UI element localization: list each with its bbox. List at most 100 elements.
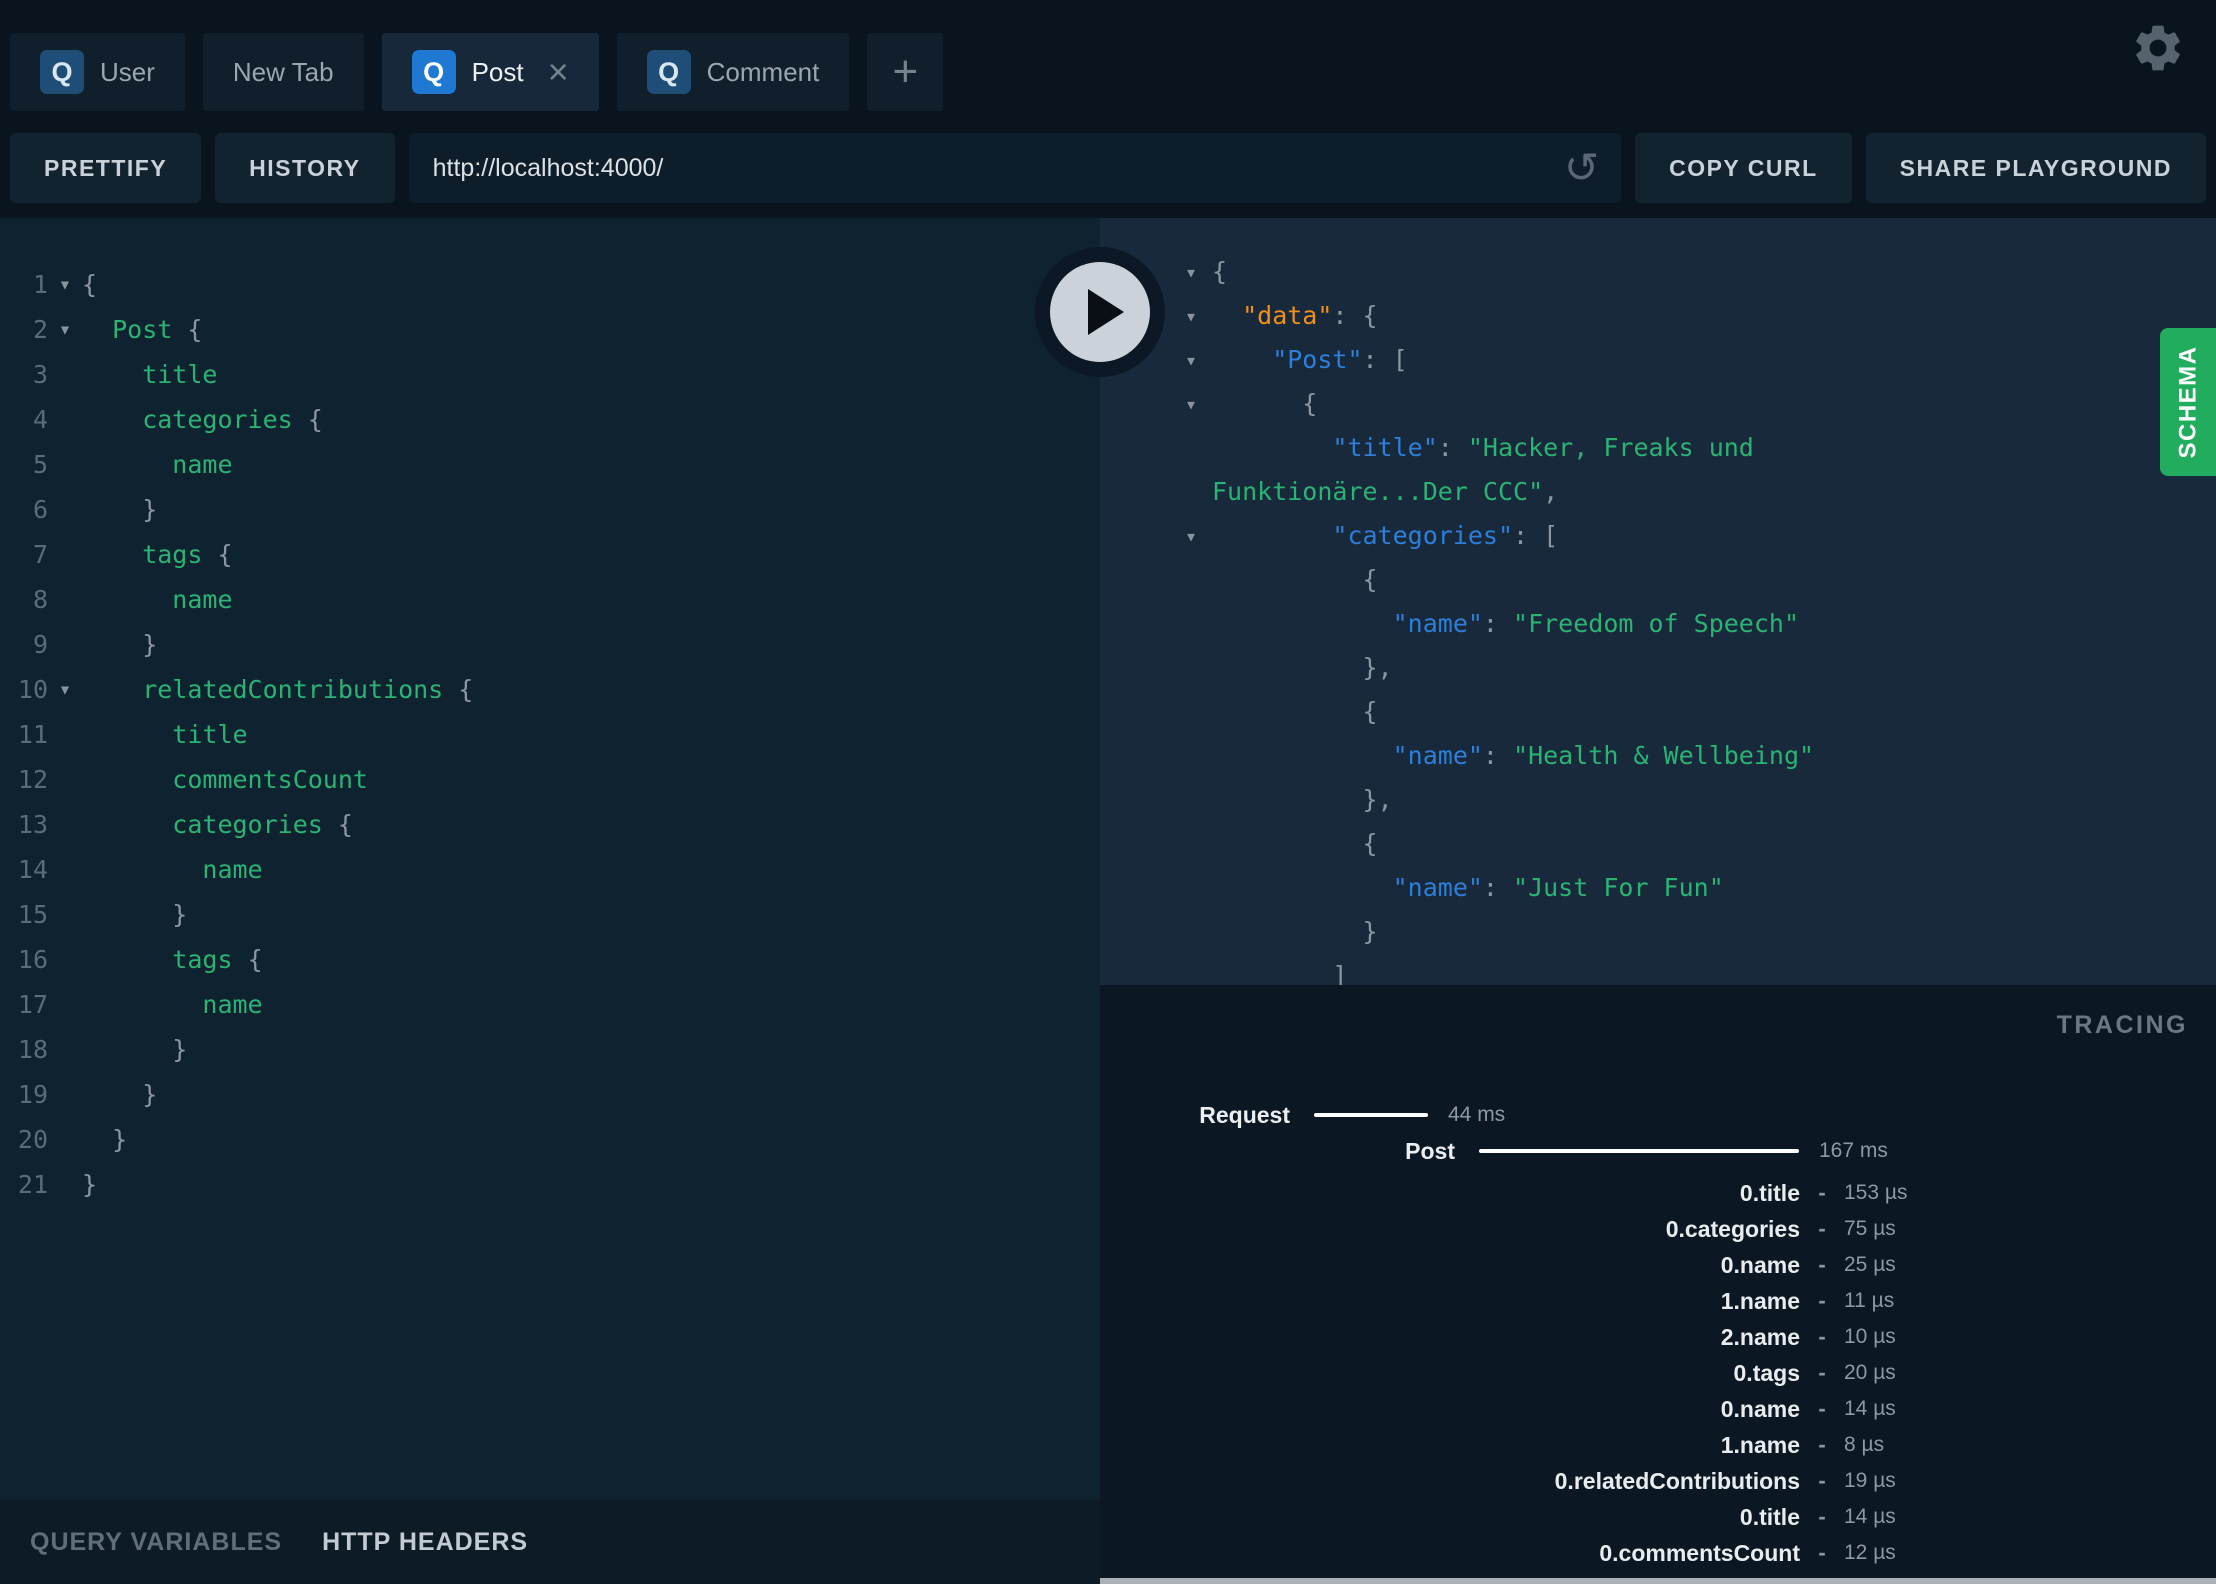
editor-line[interactable]: 15} [0,892,1100,937]
editor-line[interactable]: 14 name [0,847,1100,892]
tracing-field-name: 0.title [1739,1179,1800,1206]
response-line: ▾{ [1100,250,2216,294]
close-tab-icon[interactable]: × [548,54,569,90]
editor-line[interactable]: 10 ▾ relatedContributions { [0,667,1100,712]
copy-curl-button[interactable]: COPY CURL [1635,133,1852,203]
response-text: { [1212,690,2216,734]
execute-query-button[interactable] [1035,247,1165,377]
prettify-button[interactable]: PRETTIFY [10,133,202,203]
response-text: { [1212,382,2216,426]
reload-endpoint-icon[interactable]: ↺ [1564,147,1599,189]
response-text: Funktionäre...Der CCC", [1212,470,2216,514]
tab-query-variables[interactable]: QUERY VARIABLES [30,1528,282,1557]
fold-arrow-icon[interactable]: ▾ [48,307,82,352]
new-tab-button[interactable]: + [867,33,944,111]
tracing-field-time: 14 µs [1844,1505,1896,1528]
tab-label: User [100,56,155,87]
editor-line[interactable]: 4 categories { [0,397,1100,442]
response-token: "categories" [1332,521,1514,550]
response-token: : { [1332,301,1378,330]
tracing-field-time: 25 µs [1844,1253,1896,1276]
response-token: : [1437,433,1468,462]
editor-line[interactable]: 5 name [0,442,1100,487]
line-number: 2 [32,315,48,344]
schema-side-tab[interactable]: SCHEMA [2160,328,2216,476]
response-token: "data" [1242,301,1333,330]
fold-arrow-icon[interactable]: ▾ [48,667,82,712]
editor-line[interactable]: 3 title [0,352,1100,397]
code-text: } [82,487,157,532]
response-text: }, [1212,778,2216,822]
response-token: , [1543,477,1559,506]
tab-label: Comment [706,56,820,87]
code-token: } [142,1080,158,1109]
tracing-field-name: 1.name [1720,1431,1800,1458]
tab-http-headers[interactable]: HTTP HEADERS [322,1528,528,1557]
editor-line[interactable]: 20} [0,1117,1100,1162]
tracing-dash: - [1818,1252,1826,1277]
horizontal-scrollbar[interactable] [1100,1578,2216,1584]
code-token: { [458,675,474,704]
code-text: categories { [82,397,323,442]
code-token: categories [172,810,338,839]
line-number: 4 [32,405,48,434]
code-text: Post { [82,307,202,352]
editor-line[interactable]: 17 name [0,982,1100,1027]
query-badge: Q [40,50,84,94]
editor-line[interactable]: 18} [0,1027,1100,1072]
settings-gear-icon[interactable] [2130,20,2186,76]
code-text: } [82,1162,97,1207]
collapse-arrow-icon[interactable]: ▾ [1185,294,1197,338]
editor-line[interactable]: 8 name [0,577,1100,622]
editor-line[interactable]: 21} [0,1162,1100,1207]
response-text: "data": { [1212,294,2216,338]
editor-line[interactable]: 2 ▾ Post { [0,307,1100,352]
response-text: { [1212,558,2216,602]
tab-user[interactable]: Q User [10,33,185,111]
collapse-arrow-icon[interactable]: ▾ [1185,250,1197,294]
code-text: tags { [82,937,262,982]
code-text: } [82,1117,127,1162]
editor-line[interactable]: 7 tags { [0,532,1100,577]
tracing-bar-time: 44 ms [1448,1103,1506,1126]
editor-line[interactable]: 12 commentsCount [0,757,1100,802]
tracing-field-time: 153 µs [1844,1181,1908,1204]
collapse-arrow-icon[interactable]: ▾ [1185,514,1197,558]
tab-bar: Q User New Tab Q Post × Q Comment + [10,33,944,111]
editor-line[interactable]: 1 ▾{ [0,262,1100,307]
editor-line[interactable]: 13 categories { [0,802,1100,847]
tracing-dash: - [1818,1216,1826,1241]
editor-line[interactable]: 9} [0,622,1100,667]
tab-post[interactable]: Q Post × [381,33,599,111]
share-playground-button[interactable]: SHARE PLAYGROUND [1865,133,2206,203]
response-line: "name": "Freedom of Speech" [1100,602,2216,646]
tab-new-tab[interactable]: New Tab [202,33,364,111]
response-text: "name": "Just For Fun" [1212,866,2216,910]
endpoint-url-input[interactable] [430,152,1564,184]
query-editor[interactable]: 1 ▾{2 ▾ Post {3 title 4 categories {5 name 6} 7 ta… [0,218,1100,1500]
editor-line[interactable]: 11 title [0,712,1100,757]
code-text: name [82,442,232,487]
collapse-arrow-icon[interactable]: ▾ [1185,338,1197,382]
history-button[interactable]: HISTORY [215,133,395,203]
code-text: } [82,622,157,667]
tab-comment[interactable]: Q Comment [616,33,850,111]
code-text: { [82,262,97,307]
editor-line[interactable]: 16 tags { [0,937,1100,982]
response-token: : [ [1513,521,1559,550]
tracing-field-name: 0.categories [1665,1215,1800,1242]
tracing-field-name: 0.title [1739,1503,1800,1530]
editor-line[interactable]: 19} [0,1072,1100,1117]
code-token: } [142,495,158,524]
tracing-bar [1479,1149,1799,1153]
code-token: name [202,990,263,1019]
tracing-field-row: 0.categories -75 µs [1100,1211,2216,1247]
fold-arrow-icon[interactable]: ▾ [48,262,82,307]
editor-line[interactable]: 6} [0,487,1100,532]
collapse-arrow-icon[interactable]: ▾ [1185,382,1197,426]
line-number: 15 [17,900,48,929]
response-viewer[interactable]: ▾{▾ "data": {▾ "Post": [▾{"title": "Hacker… [1100,218,2216,985]
response-token: }, [1362,653,1393,682]
